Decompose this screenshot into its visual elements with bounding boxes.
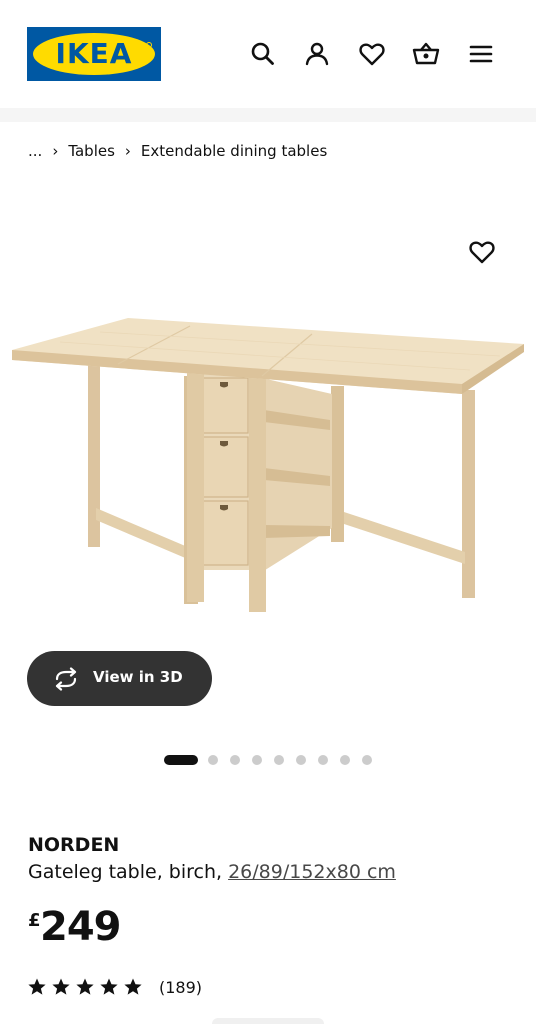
carousel-dot[interactable] xyxy=(362,755,372,765)
cabinet-post xyxy=(249,374,266,612)
star-icon xyxy=(51,977,71,997)
drawer xyxy=(200,500,249,566)
cabinet-shelf xyxy=(264,525,330,538)
header-divider xyxy=(0,108,536,122)
drawer-handle xyxy=(220,505,228,511)
carousel-dot[interactable] xyxy=(340,755,350,765)
add-to-wishlist-heart-icon[interactable] xyxy=(466,236,498,268)
breadcrumb: ... › Tables › Extendable dining tables xyxy=(28,140,327,162)
bottom-sheet-peek xyxy=(212,1018,324,1024)
table-leg xyxy=(331,386,344,542)
product-rating[interactable]: (189) xyxy=(27,975,202,999)
rating-stars xyxy=(27,977,147,997)
heart-icon[interactable] xyxy=(356,38,388,70)
carousel-dot[interactable] xyxy=(252,755,262,765)
user-icon[interactable] xyxy=(301,38,333,70)
view-in-3d-label: View in 3D xyxy=(93,668,183,686)
view-in-3d-button[interactable]: View in 3D xyxy=(27,651,212,706)
drawer-handle xyxy=(220,441,228,447)
price-currency: £ xyxy=(28,910,41,931)
star-icon xyxy=(99,977,119,997)
table-stretcher xyxy=(344,512,465,564)
carousel-dot-active[interactable] xyxy=(164,755,198,765)
logo-text: IKEA xyxy=(55,37,133,70)
product-type-text: Gateleg table, birch, xyxy=(28,861,229,883)
search-icon[interactable] xyxy=(247,38,279,70)
basket-icon[interactable] xyxy=(410,38,442,70)
price-amount: 249 xyxy=(40,904,121,950)
table-leg xyxy=(462,390,475,598)
product-description: Gateleg table, birch, 26/89/152x80 cm xyxy=(28,861,396,883)
table-illustration xyxy=(12,318,524,612)
table-stretcher xyxy=(96,508,190,560)
product-measurements-link[interactable]: 26/89/152x80 cm xyxy=(228,861,396,883)
carousel-dot[interactable] xyxy=(208,755,218,765)
carousel-dot[interactable] xyxy=(274,755,284,765)
rating-count: (189) xyxy=(159,977,203,997)
menu-icon[interactable] xyxy=(465,38,497,70)
product-image[interactable] xyxy=(0,290,536,630)
logo-registered-mark xyxy=(146,42,152,48)
site-header: IKEA xyxy=(0,0,536,108)
breadcrumb-separator-icon: › xyxy=(124,142,131,160)
carousel-dot[interactable] xyxy=(296,755,306,765)
breadcrumb-item-extendable-dining-tables[interactable]: Extendable dining tables xyxy=(141,142,327,160)
carousel-dot[interactable] xyxy=(318,755,328,765)
ikea-logo[interactable]: IKEA xyxy=(27,27,161,81)
cabinet-post xyxy=(187,372,204,602)
product-name: NORDEN xyxy=(28,834,120,856)
carousel-dot[interactable] xyxy=(230,755,240,765)
drawer-handle xyxy=(220,382,228,388)
star-icon xyxy=(75,977,95,997)
breadcrumb-separator-icon: › xyxy=(52,142,59,160)
star-icon xyxy=(123,977,143,997)
rotate-3d-icon xyxy=(55,667,77,691)
star-icon xyxy=(27,977,47,997)
breadcrumb-item-tables[interactable]: Tables xyxy=(68,142,115,160)
breadcrumb-ellipsis[interactable]: ... xyxy=(28,142,42,160)
